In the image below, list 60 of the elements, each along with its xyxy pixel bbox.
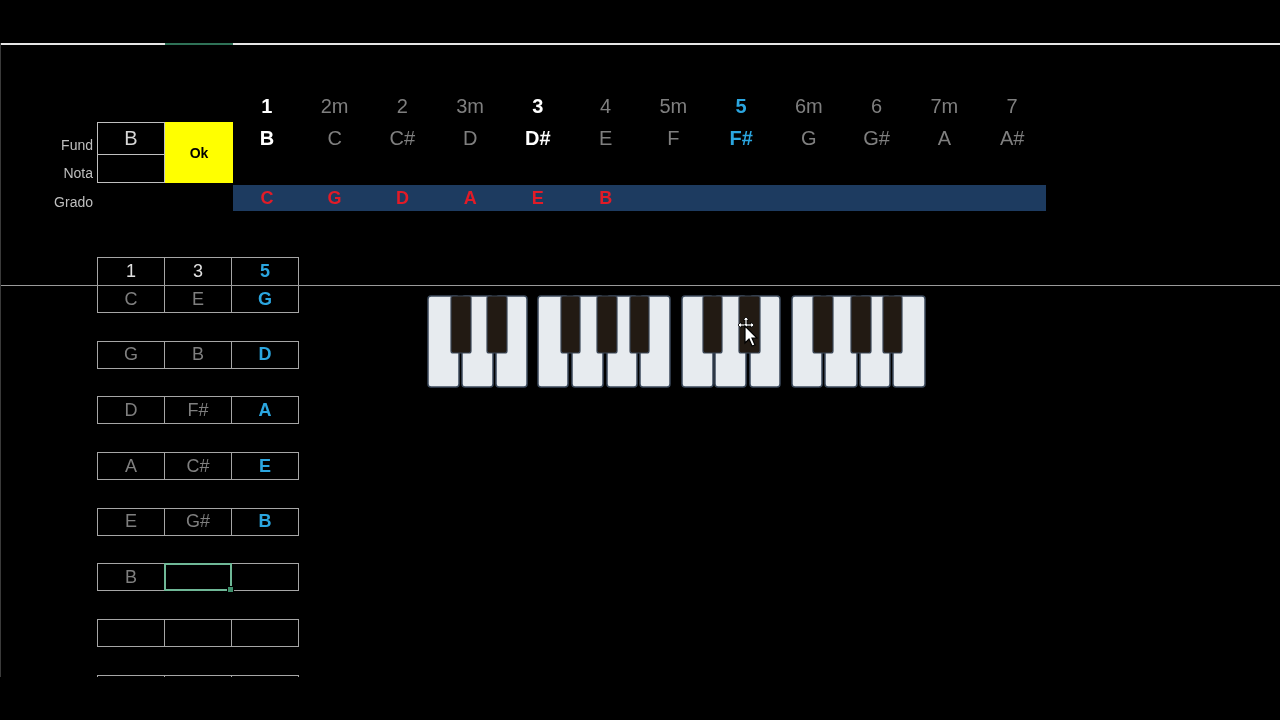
column-header: 5 xyxy=(231,257,299,285)
table-cell[interactable]: G xyxy=(231,286,299,313)
table-cell[interactable]: F# xyxy=(164,396,232,425)
field-label: Nota xyxy=(63,165,94,183)
move-cursor-icon xyxy=(736,316,758,348)
note-label: D# xyxy=(525,127,551,150)
fill-handle-icon[interactable] xyxy=(227,586,234,594)
degree-label: 1 xyxy=(261,94,273,118)
table-cell[interactable]: C xyxy=(97,286,165,313)
note-label: B xyxy=(259,127,275,150)
table-cell[interactable]: D xyxy=(231,340,299,369)
degree-label: 6m xyxy=(794,94,823,118)
column-header: 1 xyxy=(97,257,165,285)
degree-label: 7 xyxy=(1006,94,1018,118)
degree-label: 3m xyxy=(456,94,484,118)
note-label: G# xyxy=(863,127,890,150)
degree-label: 6 xyxy=(871,94,883,118)
degree-label: 2 xyxy=(396,94,408,118)
note-label: C# xyxy=(389,127,416,150)
fund-field[interactable]: B xyxy=(97,122,165,155)
table-cell[interactable]: G xyxy=(97,340,165,369)
degree-label: 5m xyxy=(659,94,688,118)
table-cell[interactable]: B xyxy=(231,507,299,536)
note-label: E xyxy=(598,127,613,150)
table-cell[interactable]: A xyxy=(97,452,165,481)
table-cell[interactable]: E xyxy=(231,452,299,481)
note-label: A# xyxy=(999,127,1025,150)
grado-note: A xyxy=(463,187,477,209)
table-cell[interactable]: B xyxy=(164,340,232,369)
table-cell[interactable]: A xyxy=(231,396,299,425)
degree-label: 4 xyxy=(600,94,612,118)
note-label: A xyxy=(937,127,952,150)
grado-note: G xyxy=(327,187,342,209)
table-cell[interactable] xyxy=(164,563,232,592)
grado-note: E xyxy=(531,187,544,209)
grado-note: D xyxy=(395,187,409,209)
field-label: Fund xyxy=(61,137,94,155)
note-label: F# xyxy=(729,127,753,150)
degree-label: 7m xyxy=(930,94,959,118)
note-label: C xyxy=(327,127,342,150)
table-cell[interactable]: D xyxy=(97,396,165,425)
degree-label: 2m xyxy=(320,94,349,118)
note-label: F xyxy=(667,127,680,150)
grado-note: C xyxy=(260,187,274,209)
table-cell[interactable] xyxy=(231,619,299,648)
table-cell[interactable] xyxy=(164,619,232,648)
table-cell[interactable]: C# xyxy=(164,452,232,481)
table-cell[interactable]: B xyxy=(97,563,165,592)
note-label: G xyxy=(801,127,817,150)
row-label: Grado xyxy=(54,194,94,211)
degree-label: 3 xyxy=(532,94,544,118)
table-cell[interactable]: G# xyxy=(164,507,232,536)
ok-button[interactable]: Ok xyxy=(165,122,233,183)
table-cell[interactable] xyxy=(231,563,299,592)
nota-field[interactable] xyxy=(97,155,165,183)
table-cell[interactable] xyxy=(97,619,165,648)
degree-label: 5 xyxy=(735,94,747,118)
note-label: D xyxy=(462,127,478,150)
grado-note: B xyxy=(599,187,613,209)
table-cell[interactable]: E xyxy=(97,507,165,536)
